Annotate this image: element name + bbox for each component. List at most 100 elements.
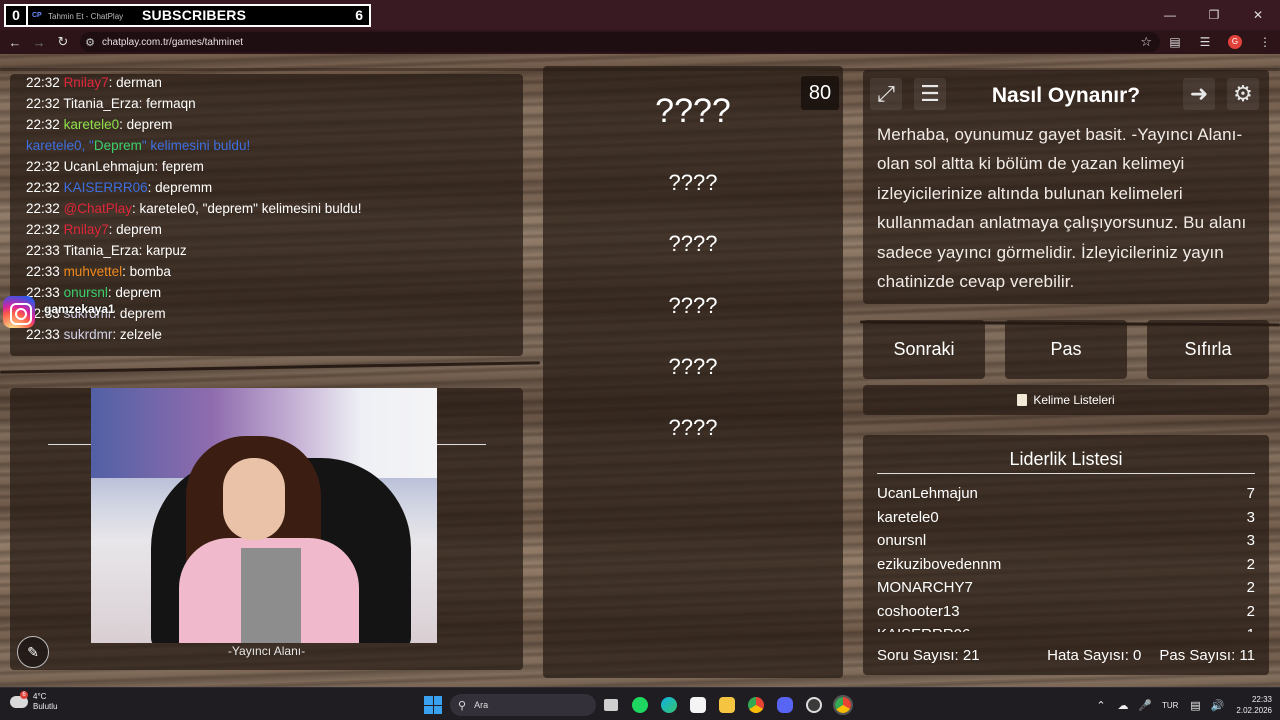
extensions-icon[interactable]: ▤ bbox=[1160, 35, 1190, 49]
chat-time: 22:32 bbox=[26, 201, 60, 216]
search-placeholder: Ara bbox=[474, 700, 489, 710]
chrome-active-icon[interactable] bbox=[828, 692, 857, 718]
chrome-icon[interactable] bbox=[741, 692, 770, 718]
store-icon[interactable] bbox=[683, 692, 712, 718]
chat-text: : feprem bbox=[154, 159, 204, 174]
discord-icon[interactable] bbox=[770, 692, 799, 718]
chat-username[interactable]: onursnl bbox=[64, 285, 108, 300]
chatplay-favicon-icon: CP bbox=[32, 11, 42, 19]
chat-text: : karpuz bbox=[138, 243, 187, 258]
streamer-area-label: -Yayıncı Alanı- bbox=[227, 644, 306, 658]
language-indicator[interactable]: TUR bbox=[1162, 701, 1178, 710]
word-lists-button[interactable]: Kelime Listeleri bbox=[863, 385, 1269, 415]
microphone-icon[interactable]: 🎤 bbox=[1134, 699, 1156, 712]
forward-icon[interactable]: → bbox=[27, 30, 51, 54]
taskbar-apps: ⚲ Ara bbox=[424, 692, 857, 718]
restore-icon[interactable]: ❐ bbox=[1192, 0, 1236, 30]
player-name: KAISERRR06 bbox=[877, 623, 970, 632]
chat-text: : karetele0, "deprem" kelimesini buldu! bbox=[132, 201, 362, 216]
chat-message: 22:33 onursnl: deprem bbox=[26, 282, 362, 303]
pass-count: Pas Sayısı: 11 bbox=[1159, 647, 1255, 664]
game-page: 22:32 Rnilay7: derman 22:32 Titania_Erza… bbox=[0, 54, 1280, 687]
chat-text: : deprem bbox=[107, 285, 162, 300]
chat-username[interactable]: sukrdmr bbox=[64, 327, 113, 342]
chat-username[interactable]: karetele0 bbox=[64, 117, 120, 132]
reset-button[interactable]: Sıfırla bbox=[1147, 320, 1269, 379]
leaderboard-row: karetele0 3 bbox=[877, 506, 1255, 530]
menu-kebab-icon[interactable]: ⋮ bbox=[1250, 35, 1280, 49]
file-explorer-icon[interactable] bbox=[712, 692, 741, 718]
bookmark-star-icon[interactable]: ☆ bbox=[1140, 34, 1152, 50]
notebook-icon bbox=[1017, 394, 1028, 406]
chat-text: : derman bbox=[108, 75, 162, 90]
browser-tab[interactable]: CP Tahmin Et - ChatPlay bbox=[32, 9, 123, 23]
game-stats: Soru Sayısı: 21 Hata Sayısı: 0 Pas Sayıs… bbox=[877, 647, 1255, 664]
pen-icon[interactable]: ✎ bbox=[17, 636, 49, 668]
chat-username[interactable]: KAISERRR06 bbox=[64, 180, 148, 195]
chat-username[interactable]: muhvettel bbox=[64, 264, 123, 279]
chat-username[interactable]: @ChatPlay bbox=[64, 201, 132, 216]
leaderboard-divider bbox=[877, 473, 1255, 474]
chat-message: 22:32 UcanLehmajun: feprem bbox=[26, 156, 362, 177]
leaderboard-row: coshooter13 2 bbox=[877, 600, 1255, 624]
close-icon[interactable]: ✕ bbox=[1236, 0, 1280, 30]
obs-icon[interactable] bbox=[799, 692, 828, 718]
chat-username[interactable]: Titania_Erza bbox=[63, 243, 138, 258]
player-score: 2 bbox=[1246, 602, 1255, 620]
chat-username[interactable]: Rnilay7 bbox=[64, 222, 109, 237]
chat-text: : deprem bbox=[112, 306, 166, 321]
leaderboard-row: KAISERRR06 1 bbox=[877, 623, 1255, 632]
chat-system-message: karetele0, "Deprem" kelimesini buldu! bbox=[26, 135, 362, 156]
chat-time: 22:32 bbox=[26, 159, 60, 174]
chat-username[interactable]: UcanLehmajun bbox=[64, 159, 155, 174]
windows-taskbar: 6 4°C Bulutlu ⚲ Ara ⌃ ☁ 🎤 TUR ▤ 🔊 22:33 … bbox=[0, 687, 1280, 720]
chat-text: : bomba bbox=[122, 264, 171, 279]
settings-gear-icon[interactable]: ⚙ bbox=[1227, 78, 1259, 110]
exit-icon[interactable]: ➜ bbox=[1183, 78, 1215, 110]
chat-time: 22:32 bbox=[26, 117, 60, 132]
system-tray: ⌃ ☁ 🎤 TUR ▤ 🔊 22:33 2.02.2026 bbox=[1090, 692, 1272, 718]
cloud-sync-icon[interactable]: ☁ bbox=[1112, 699, 1134, 712]
chat-text: : zelzele bbox=[112, 327, 162, 342]
chat-username[interactable]: Titania_Erza bbox=[63, 96, 138, 111]
reload-icon[interactable]: ↻ bbox=[51, 30, 75, 54]
clock-time: 22:33 bbox=[1251, 695, 1272, 704]
clock-date: 2.02.2026 bbox=[1236, 706, 1272, 715]
tab-title: Tahmin Et - ChatPlay bbox=[48, 11, 124, 21]
word-lists-label: Kelime Listeleri bbox=[1033, 393, 1115, 407]
edge-icon[interactable] bbox=[654, 692, 683, 718]
back-icon[interactable]: ← bbox=[3, 30, 27, 54]
webcam-face bbox=[223, 458, 285, 540]
task-view-icon[interactable] bbox=[596, 692, 625, 718]
leaderboard-list[interactable]: UcanLehmajun 7 karetele0 3 onursnl 3 ezikuz… bbox=[877, 482, 1255, 632]
search-icon: ⚲ bbox=[458, 699, 467, 712]
player-name: karetele0 bbox=[877, 508, 939, 526]
network-icon[interactable]: ▤ bbox=[1184, 699, 1206, 712]
site-info-icon[interactable]: ⚙ bbox=[80, 36, 100, 49]
chat-username[interactable]: Rnilay7 bbox=[64, 75, 109, 90]
minimize-icon[interactable]: — bbox=[1148, 0, 1192, 30]
leaderboard-panel: Liderlik Listesi UcanLehmajun 7 karetele0… bbox=[863, 435, 1269, 675]
media-control-icon[interactable]: ☰ bbox=[1190, 35, 1220, 49]
webcam-shirt bbox=[241, 548, 301, 643]
weather-text: 4°C Bulutlu bbox=[33, 692, 57, 712]
next-button[interactable]: Sonraki bbox=[863, 320, 985, 379]
instagram-icon bbox=[3, 296, 35, 328]
forbidden-word: ???? bbox=[668, 354, 718, 379]
browser-actions: ▤ ☰ G ⋮ bbox=[1160, 30, 1280, 54]
clock[interactable]: 22:33 2.02.2026 bbox=[1236, 694, 1272, 716]
weather-widget[interactable]: 6 4°C Bulutlu bbox=[10, 691, 57, 712]
windows-start-icon[interactable] bbox=[424, 696, 442, 714]
chevron-up-icon[interactable]: ⌃ bbox=[1090, 699, 1112, 712]
spotify-icon[interactable] bbox=[625, 692, 654, 718]
taskbar-search[interactable]: ⚲ Ara bbox=[450, 694, 596, 716]
profile-avatar[interactable]: G bbox=[1228, 35, 1242, 49]
forbidden-word: ???? bbox=[668, 293, 718, 318]
pass-button[interactable]: Pas bbox=[1005, 320, 1127, 379]
error-count: Hata Sayısı: 0 bbox=[1047, 647, 1142, 664]
overlay-left-count: 0 bbox=[6, 6, 28, 25]
volume-icon[interactable]: 🔊 bbox=[1206, 699, 1228, 712]
chat-time: 22:33 bbox=[26, 327, 60, 342]
address-bar[interactable]: ⚙ chatplay.com.tr/games/tahminet ☆ bbox=[80, 32, 1160, 52]
browser-titlebar: 0 CP Tahmin Et - ChatPlay SUBSCRIBERS 6 … bbox=[0, 0, 1280, 30]
